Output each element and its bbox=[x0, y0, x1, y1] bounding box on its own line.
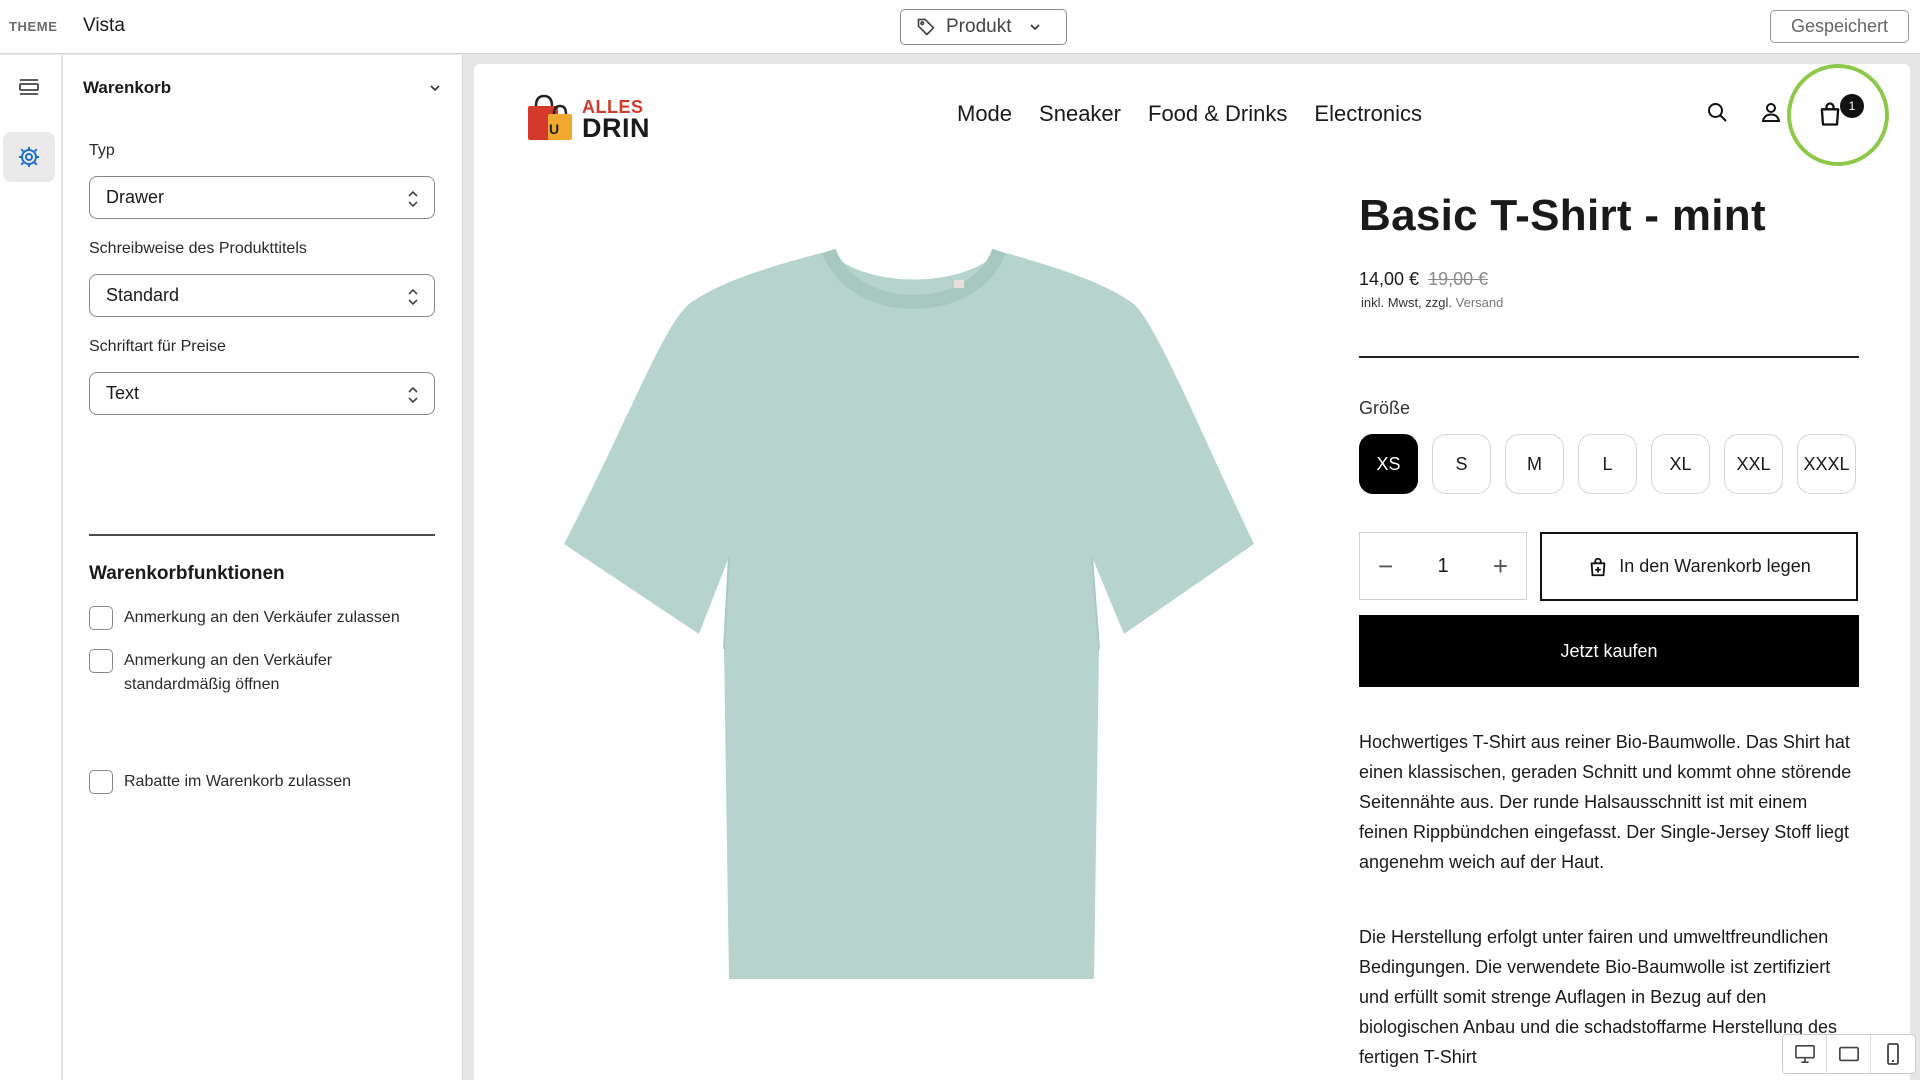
chevron-down-icon bbox=[1027, 19, 1043, 35]
minus-icon[interactable]: − bbox=[1378, 553, 1393, 579]
price-font-label: Schriftart für Preise bbox=[89, 338, 226, 355]
checkbox-row-seller-note[interactable]: Anmerkung an den Verkäufer zulassen bbox=[89, 606, 424, 630]
old-price: 19,00 € bbox=[1428, 269, 1489, 289]
title-case-select[interactable]: Standard bbox=[89, 274, 435, 317]
select-updown-icon bbox=[406, 287, 420, 312]
main-nav: Mode Sneaker Food & Drinks Electronics bbox=[957, 101, 1422, 127]
desktop-view-button[interactable] bbox=[1783, 1035, 1827, 1073]
checkbox-row-discounts[interactable]: Rabatte im Warenkorb zulassen bbox=[89, 770, 424, 794]
nav-item-food-drinks[interactable]: Food & Drinks bbox=[1148, 101, 1287, 127]
store-logo[interactable]: U ALLES DRIN bbox=[524, 92, 650, 144]
checkbox-label: Anmerkung an den Verkäufer zulassen bbox=[124, 609, 400, 626]
desktop-icon bbox=[1794, 1044, 1816, 1064]
add-to-cart-button[interactable]: In den Warenkorb legen bbox=[1540, 532, 1858, 601]
panel-title: Warenkorb bbox=[83, 78, 172, 97]
select-updown-icon bbox=[406, 189, 420, 214]
type-select-value: Drawer bbox=[106, 187, 165, 207]
template-select-label: Produkt bbox=[946, 16, 1012, 37]
product-price: 14,00 € 19,00 € bbox=[1359, 269, 1488, 290]
nav-item-mode[interactable]: Mode bbox=[957, 101, 1012, 127]
product-description: Hochwertiges T-Shirt aus reiner Bio-Baum… bbox=[1359, 732, 1852, 872]
settings-panel: Warenkorb Typ Drawer Schreibweise des Pr… bbox=[63, 55, 463, 1080]
mobile-view-button[interactable] bbox=[1871, 1035, 1915, 1073]
type-label: Typ bbox=[89, 142, 115, 159]
add-to-cart-label: In den Warenkorb legen bbox=[1619, 556, 1811, 576]
chevron-down-icon[interactable] bbox=[427, 80, 443, 96]
checkbox-label: Anmerkung an den Verkäufer standardmäßig… bbox=[124, 652, 333, 693]
type-select[interactable]: Drawer bbox=[89, 176, 435, 219]
store-preview: U ALLES DRIN Mode Sneaker Food & Drinks … bbox=[474, 64, 1910, 1080]
tax-note-text: inkl. Mwst, zzgl. bbox=[1361, 295, 1453, 310]
select-updown-icon bbox=[406, 385, 420, 410]
tablet-view-button[interactable] bbox=[1827, 1035, 1871, 1073]
cart-count-badge: 1 bbox=[1840, 94, 1864, 118]
panel-divider bbox=[89, 534, 435, 536]
device-toggle bbox=[1782, 1034, 1916, 1074]
tag-icon bbox=[916, 17, 936, 37]
shipping-link[interactable]: Versand bbox=[1456, 295, 1504, 310]
nav-item-sneaker[interactable]: Sneaker bbox=[1039, 101, 1121, 127]
section-title: Warenkorbfunktionen bbox=[89, 563, 285, 584]
sections-icon bbox=[17, 75, 41, 99]
cart-add-icon bbox=[1587, 556, 1609, 578]
size-selector: XS S M L XL XXL XXXL bbox=[1359, 434, 1856, 494]
rail-settings-button[interactable] bbox=[3, 132, 55, 182]
price-divider bbox=[1359, 356, 1859, 358]
size-option-xxxl[interactable]: XXXL bbox=[1797, 434, 1856, 494]
tablet-icon bbox=[1838, 1045, 1860, 1063]
title-case-select-value: Standard bbox=[106, 285, 180, 305]
logo-text-bottom: DRIN bbox=[582, 113, 650, 143]
tax-note: inkl. Mwst, zzgl. Versand bbox=[1361, 295, 1503, 310]
logo-bag-letter: U bbox=[549, 121, 559, 137]
checkbox[interactable] bbox=[89, 770, 113, 794]
checkbox-row-seller-note-open[interactable]: Anmerkung an den Verkäufer standardmäßig… bbox=[89, 649, 354, 697]
mobile-icon bbox=[1886, 1043, 1900, 1065]
theme-name: Vista bbox=[83, 15, 125, 36]
checkbox-label: Rabatte im Warenkorb zulassen bbox=[124, 773, 352, 790]
price-font-select[interactable]: Text bbox=[89, 372, 435, 415]
panel-header[interactable]: Warenkorb bbox=[83, 78, 443, 98]
saved-button[interactable]: Gespeichert bbox=[1770, 10, 1909, 43]
gear-icon bbox=[17, 145, 41, 169]
price-font-select-value: Text bbox=[106, 383, 140, 403]
account-icon[interactable] bbox=[1759, 100, 1783, 124]
current-price: 14,00 € bbox=[1359, 269, 1420, 289]
template-select[interactable]: Produkt bbox=[900, 9, 1067, 45]
top-bar: THEME Vista Produkt Gespeichert bbox=[0, 0, 1920, 54]
size-option-xl[interactable]: XL bbox=[1651, 434, 1710, 494]
size-label: Größe bbox=[1359, 398, 1411, 418]
checkbox[interactable] bbox=[89, 606, 113, 630]
buy-now-button[interactable]: Jetzt kaufen bbox=[1359, 615, 1859, 687]
size-option-xs[interactable]: XS bbox=[1359, 434, 1418, 494]
search-icon[interactable] bbox=[1705, 100, 1729, 124]
size-option-l[interactable]: L bbox=[1578, 434, 1637, 494]
product-title: Basic T-Shirt - mint bbox=[1359, 191, 1766, 240]
size-option-xxl[interactable]: XXL bbox=[1724, 434, 1783, 494]
plus-icon[interactable]: + bbox=[1493, 553, 1508, 579]
rail-sections-button[interactable] bbox=[3, 62, 55, 112]
quantity-stepper: − 1 + bbox=[1359, 532, 1527, 600]
size-option-m[interactable]: M bbox=[1505, 434, 1564, 494]
title-case-label: Schreibweise des Produkttitels bbox=[89, 240, 307, 257]
quantity-value[interactable]: 1 bbox=[1437, 555, 1448, 578]
left-rail bbox=[0, 55, 62, 1080]
checkbox[interactable] bbox=[89, 649, 113, 673]
theme-label: THEME bbox=[9, 19, 58, 34]
shopping-bags-icon: U bbox=[528, 94, 572, 140]
nav-item-electronics[interactable]: Electronics bbox=[1314, 101, 1422, 127]
size-option-s[interactable]: S bbox=[1432, 434, 1491, 494]
product-image[interactable] bbox=[564, 179, 1254, 979]
